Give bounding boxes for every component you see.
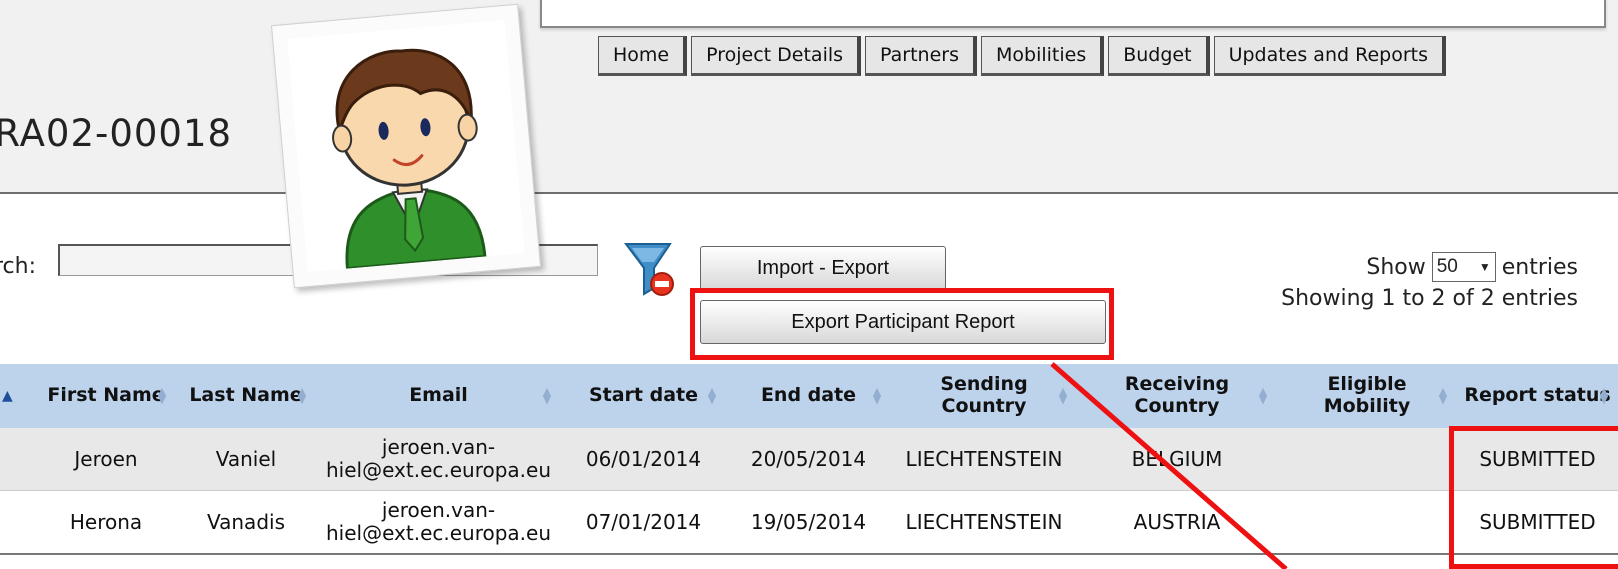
column-label: Start date — [588, 384, 699, 407]
table-info: Showing 1 to 2 of 2 entries — [1281, 286, 1578, 311]
main-nav: Home Project Details Partners Mobilities… — [598, 36, 1450, 80]
eligible-mobility-cell — [1277, 490, 1457, 555]
participants-table: ▲ First Name ▲ ▼ Last Name ▲ ▼ Email ▲ ▼ Start… — [0, 364, 1618, 555]
column-header-first-name[interactable]: First Name ▲ ▼ — [36, 364, 176, 428]
column-label: First Name — [47, 384, 165, 407]
column-label: Eligible Mobility — [1323, 373, 1411, 417]
project-code: ERA02-00018 — [0, 112, 233, 155]
column-label: Sending Country — [940, 373, 1028, 417]
column-header-report-status[interactable]: Report status ▲ ▼ — [1457, 364, 1618, 428]
column-header-receiving-country[interactable]: Receiving Country ▲ ▼ — [1077, 364, 1277, 428]
column-header-sending-country[interactable]: Sending Country ▲ ▼ — [891, 364, 1077, 428]
end-date-cell: 20/05/2014 — [726, 428, 891, 491]
receiving-country-cell: AUSTRIA — [1077, 490, 1277, 555]
eligible-mobility-cell — [1277, 428, 1457, 491]
entries-per-page-value: 50 — [1436, 256, 1458, 277]
column-label: Email — [409, 384, 468, 407]
sort-icon: ▲ ▼ — [872, 385, 882, 406]
table-row[interactable]: Jeroen Vaniel jeroen.van-hiel@ext.ec.eur… — [0, 428, 1618, 491]
column-header-start-date[interactable]: Start date ▲ ▼ — [561, 364, 726, 428]
column-header-last-name[interactable]: Last Name ▲ ▼ — [176, 364, 316, 428]
show-label: Show — [1366, 254, 1426, 280]
entries-per-page-select[interactable]: 50 ▼ — [1431, 252, 1496, 282]
chevron-down-icon: ▼ — [1478, 260, 1491, 274]
row-select-cell — [0, 428, 36, 491]
first-name-cell: Herona — [36, 490, 176, 555]
sort-up-icon: ▲ — [2, 387, 13, 404]
sort-icon: ▲ ▼ — [707, 385, 717, 406]
column-label: Last Name — [189, 384, 303, 407]
first-name-cell: Jeroen — [36, 428, 176, 491]
start-date-cell: 07/01/2014 — [561, 490, 726, 555]
tab-partners[interactable]: Partners — [865, 36, 977, 76]
sort-icon: ▲ ▼ — [1058, 385, 1068, 406]
receiving-country-cell: BELGIUM — [1077, 428, 1277, 491]
top-notice-bar — [540, 0, 1606, 28]
header-area — [0, 0, 1618, 194]
search-label: rch: — [0, 254, 37, 279]
row-select-cell — [0, 490, 36, 555]
tab-updates-and-reports[interactable]: Updates and Reports — [1213, 36, 1446, 76]
email-cell: jeroen.van-hiel@ext.ec.europa.eu — [316, 428, 561, 491]
sort-icon: ▲ ▼ — [1438, 385, 1448, 406]
report-status-highlight — [1449, 426, 1618, 569]
sort-icon: ▲ ▼ — [297, 385, 307, 406]
clear-filter-icon[interactable] — [620, 240, 678, 304]
start-date-cell: 06/01/2014 — [561, 428, 726, 491]
column-header-eligible-mobility[interactable]: Eligible Mobility ▲ ▼ — [1277, 364, 1457, 428]
import-export-button[interactable]: Import - Export — [700, 246, 946, 290]
column-label: Report status — [1464, 384, 1611, 407]
table-header-row: ▲ First Name ▲ ▼ Last Name ▲ ▼ Email ▲ ▼ Start… — [0, 364, 1618, 428]
entries-length-control: Show 50 ▼ entries — [1366, 252, 1578, 282]
entries-label: entries — [1501, 254, 1578, 280]
last-name-cell: Vaniel — [176, 428, 316, 491]
column-header-select[interactable]: ▲ — [0, 364, 36, 428]
sort-icon: ▲ ▼ — [542, 385, 552, 406]
column-header-end-date[interactable]: End date ▲ ▼ — [726, 364, 891, 428]
column-label: End date — [760, 384, 857, 407]
avatar — [270, 3, 542, 289]
tab-home[interactable]: Home — [598, 36, 688, 76]
last-name-cell: Vanadis — [176, 490, 316, 555]
export-button-highlight — [690, 288, 1114, 360]
email-cell: jeroen.van-hiel@ext.ec.europa.eu — [316, 490, 561, 555]
tab-mobilities[interactable]: Mobilities — [980, 36, 1105, 76]
sending-country-cell: LIECHTENSTEIN — [891, 490, 1077, 555]
sort-icon: ▲ ▼ — [1599, 385, 1609, 406]
column-header-email[interactable]: Email ▲ ▼ — [316, 364, 561, 428]
end-date-cell: 19/05/2014 — [726, 490, 891, 555]
column-label: Receiving Country — [1124, 373, 1230, 417]
tab-project-details[interactable]: Project Details — [691, 36, 862, 76]
table-row[interactable]: Herona Vanadis jeroen.van-hiel@ext.ec.eu… — [0, 490, 1618, 555]
avatar-illustration — [287, 19, 525, 273]
sort-icon: ▲ ▼ — [157, 385, 167, 406]
tab-budget[interactable]: Budget — [1108, 36, 1210, 76]
sort-icon: ▲ ▼ — [1258, 385, 1268, 406]
sending-country-cell: LIECHTENSTEIN — [891, 428, 1077, 491]
